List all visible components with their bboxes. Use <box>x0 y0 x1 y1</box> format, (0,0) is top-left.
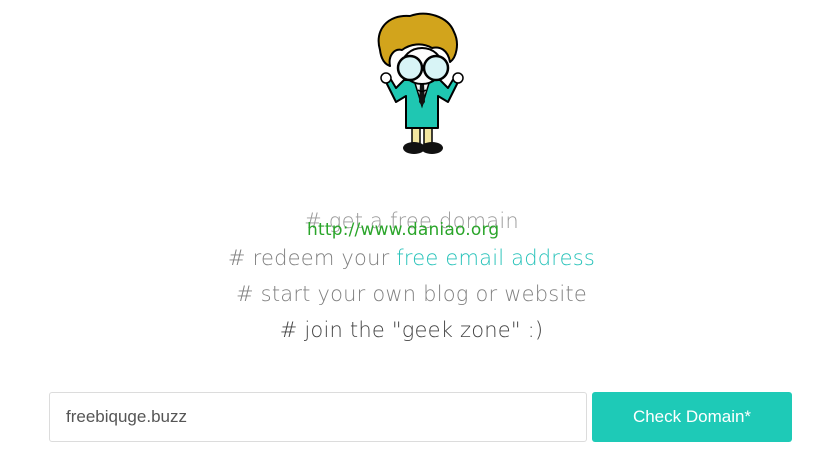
watermark-url: http://www.daniao.org <box>307 220 500 240</box>
domain-search-input[interactable] <box>49 392 587 442</box>
check-domain-button[interactable]: Check Domain* <box>592 392 792 442</box>
tagline-email: # redeem your free email address <box>0 246 823 270</box>
tagline-blog: # start your own blog or website <box>236 282 587 306</box>
geek-mascot-icon <box>377 12 464 154</box>
tagline-email-prefix: # redeem your <box>227 246 397 270</box>
page: # get a free domain # redeem your free e… <box>0 0 823 465</box>
tagline-geek-zone: # join the "geek zone" :) <box>279 318 544 342</box>
free-email-link[interactable]: free email address <box>396 246 595 270</box>
